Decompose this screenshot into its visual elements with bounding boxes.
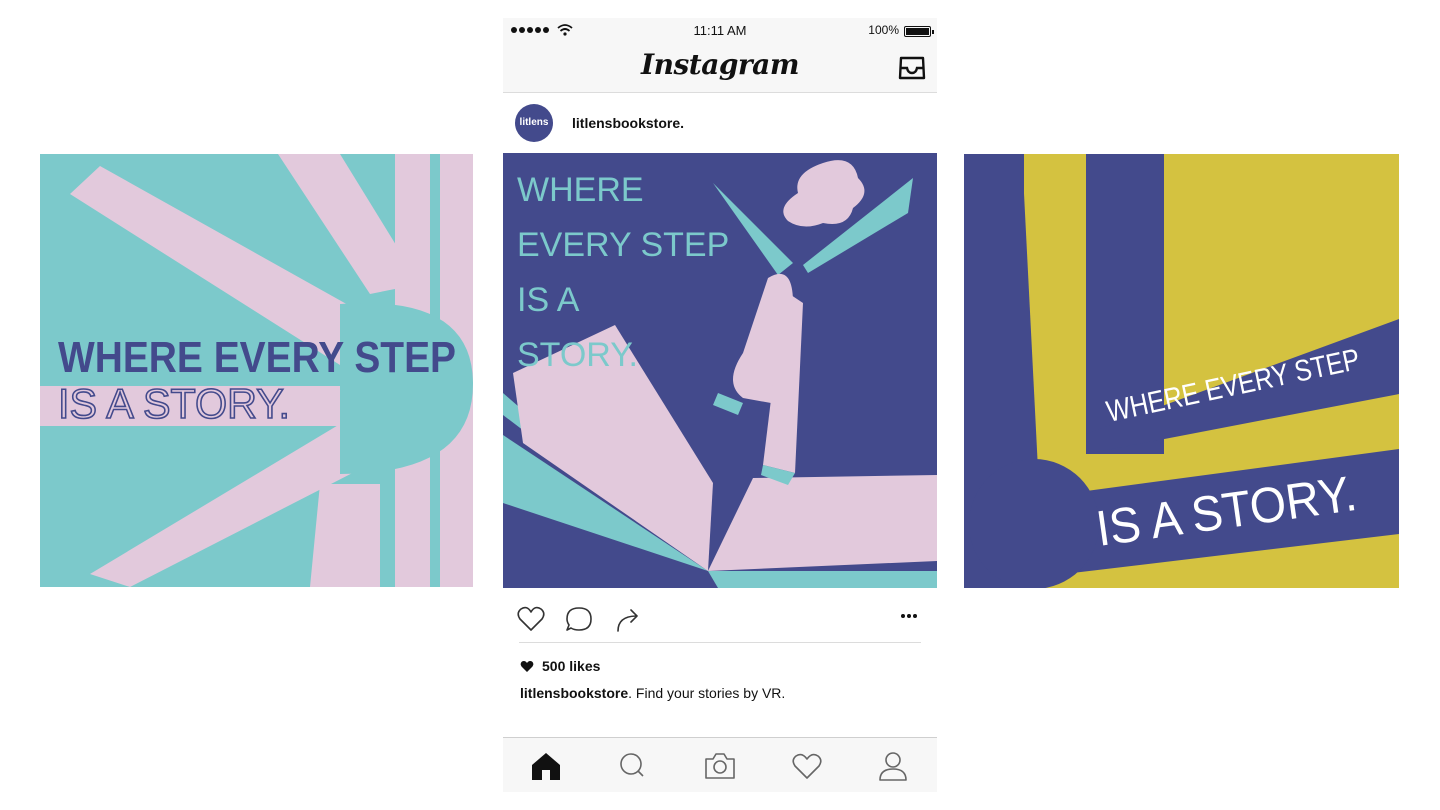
camera-icon[interactable] (703, 750, 737, 782)
avatar[interactable]: litlens (515, 104, 553, 142)
more-icon[interactable] (899, 610, 919, 622)
caption-username[interactable]: litlensbookstore (520, 685, 628, 701)
left-post-image: WHERE EVERY STEP IS A STORY. (40, 154, 473, 587)
bottom-tab-bar (503, 737, 937, 792)
share-icon[interactable] (613, 604, 643, 634)
left-post-line2: IS A STORY. (58, 380, 290, 427)
likes-label: 500 likes (542, 658, 601, 674)
heart-icon[interactable] (516, 604, 546, 634)
comment-icon[interactable] (564, 604, 594, 634)
instagram-phone-frame: 11:11 AM 100% Instagram litlens litlensb… (503, 18, 937, 792)
battery-icon (904, 26, 934, 37)
post-image-line2: EVERY STEP (517, 226, 729, 264)
post-image-line3: IS A (517, 281, 580, 319)
profile-icon[interactable] (876, 750, 910, 782)
status-bar: 11:11 AM 100% (503, 18, 937, 44)
caption-text: . Find your stories by VR. (628, 685, 786, 701)
filled-heart-icon (520, 661, 534, 672)
post-image-line4: STORY. (517, 336, 638, 374)
activity-icon[interactable] (790, 750, 824, 782)
instagram-logo: Instagram (641, 48, 799, 81)
inbox-icon[interactable] (898, 55, 926, 81)
post-header: litlens litlensbookstore. (503, 94, 937, 152)
home-icon[interactable] (529, 750, 563, 782)
right-post-image: WHERE EVERY STEP IS A STORY. (964, 154, 1399, 588)
likes-count[interactable]: 500 likes (520, 656, 600, 676)
search-icon[interactable] (615, 750, 649, 782)
post-image-line1: WHERE (517, 171, 644, 209)
battery-percent: 100% (868, 23, 899, 37)
post-username[interactable]: litlensbookstore. (572, 115, 684, 131)
app-header: Instagram (503, 44, 937, 93)
post-image[interactable]: WHERE EVERY STEP IS A STORY. (503, 153, 937, 588)
post-caption: litlensbookstore. Find your stories by V… (520, 685, 785, 701)
left-post-line1: WHERE EVERY STEP (58, 333, 456, 382)
actions-divider (519, 642, 921, 643)
post-actions (503, 594, 937, 644)
